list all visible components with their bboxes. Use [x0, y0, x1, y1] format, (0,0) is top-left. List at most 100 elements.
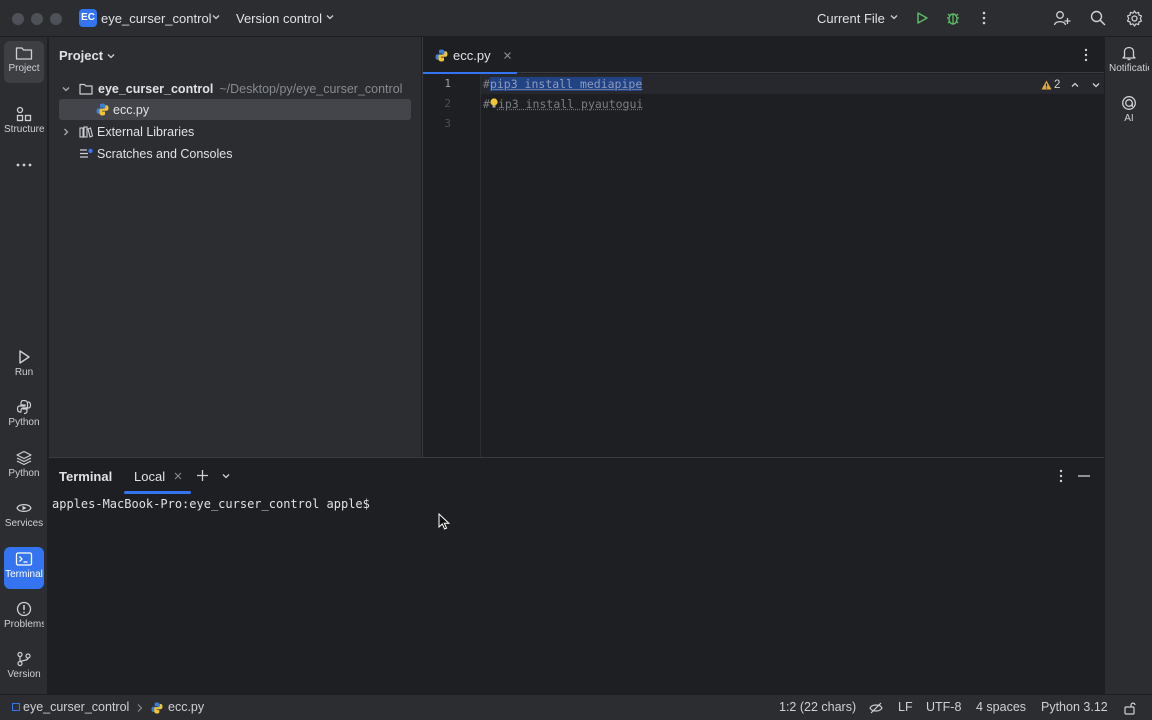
python-file-icon: [96, 103, 109, 116]
tool-label: Version: [7, 669, 41, 680]
terminal-panel: Terminal Local apples-MacBook-Pro:eye_cu…: [49, 457, 1104, 694]
breadcrumb-file[interactable]: ecc.py: [168, 700, 204, 714]
tool-label: Python: [8, 417, 40, 428]
tree-item-root[interactable]: eye_curser_control ~/Desktop/py/eye_curs…: [59, 78, 411, 99]
tool-label: Notifications: [1109, 63, 1149, 74]
more-vertical-icon[interactable]: [1059, 469, 1063, 483]
lightbulb-icon[interactable]: [490, 98, 498, 108]
panel-title[interactable]: Project: [59, 48, 103, 63]
tool-services[interactable]: Services: [4, 496, 44, 538]
project-switcher[interactable]: eye_curser_control: [101, 11, 212, 26]
indent-setting[interactable]: 4 spaces: [976, 700, 1026, 714]
lock-icon[interactable]: [1123, 701, 1137, 715]
vcs-menu[interactable]: Version control: [236, 11, 322, 26]
tree-item-external-libraries[interactable]: External Libraries: [59, 121, 411, 142]
file-encoding[interactable]: UTF-8: [926, 700, 961, 714]
folder-icon: [15, 47, 33, 60]
tree-file-name: ecc.py: [113, 102, 150, 117]
tool-label: Services: [4, 518, 44, 529]
tool-terminal[interactable]: Terminal: [4, 547, 44, 589]
window-minimize-button[interactable]: [31, 13, 43, 25]
chevron-down-icon[interactable]: [61, 84, 77, 94]
no-highlighting-icon[interactable]: [869, 701, 883, 715]
tool-problems[interactable]: Problems: [4, 597, 44, 639]
chevron-down-icon: [889, 12, 899, 22]
run-icon: [19, 350, 30, 364]
close-icon[interactable]: [174, 472, 182, 480]
line-number: 2: [444, 97, 451, 110]
chevron-down-icon: [325, 12, 335, 22]
python-interpreter[interactable]: Python 3.12: [1041, 700, 1108, 714]
debug-icon[interactable]: [943, 8, 963, 28]
gear-icon[interactable]: [1124, 8, 1144, 28]
chevron-down-icon[interactable]: [221, 471, 231, 481]
problems-icon: [16, 601, 32, 617]
right-tool-strip: Notifications AI: [1104, 37, 1152, 694]
comment-hash: #: [483, 97, 490, 111]
tool-project[interactable]: Project: [4, 41, 44, 83]
line-number-gutter: 1 2 3: [423, 74, 481, 457]
ai-assistant-icon: [1122, 96, 1136, 110]
editor-area: ecc.py 1 2 3 #pip3 install mediapipe # ip…: [422, 37, 1105, 457]
code-line-1[interactable]: #pip3 install mediapipe: [483, 74, 643, 94]
caret-position[interactable]: 1:2 (22 chars): [779, 700, 856, 714]
python-console-icon: [16, 399, 32, 415]
chevron-down-icon[interactable]: [106, 51, 116, 61]
chevron-right-icon: [136, 703, 144, 713]
tool-more[interactable]: [4, 153, 44, 195]
run-config-selector[interactable]: Current File: [817, 11, 885, 26]
selected-text: pip3 install mediapipe: [489, 77, 643, 91]
plus-icon[interactable]: [196, 469, 209, 482]
line-separator[interactable]: LF: [898, 700, 913, 714]
more-vertical-icon[interactable]: [974, 8, 994, 28]
tool-ai-assistant[interactable]: AI: [1109, 91, 1149, 133]
python-file-icon: [151, 702, 163, 714]
more-vertical-icon[interactable]: [1084, 48, 1088, 62]
code-line-2[interactable]: # ip3 install pyautogui: [483, 94, 643, 114]
tree-external-libraries-label: External Libraries: [97, 124, 195, 139]
terminal-header: Terminal Local: [49, 458, 1104, 494]
tree-root-path: ~/Desktop/py/eye_curser_control: [219, 81, 403, 96]
window-close-button[interactable]: [12, 13, 24, 25]
tool-run[interactable]: Run: [4, 345, 44, 387]
tree-item-scratches[interactable]: Scratches and Consoles: [59, 143, 411, 164]
minimize-icon[interactable]: [1078, 475, 1090, 477]
tree-root-name: eye_curser_control: [98, 81, 214, 96]
tool-label: AI: [1124, 113, 1134, 124]
chevron-up-icon[interactable]: [1070, 80, 1080, 90]
breadcrumb-project[interactable]: eye_curser_control: [23, 700, 129, 714]
tool-label: Terminal: [5, 569, 43, 580]
line-number: 3: [444, 117, 451, 130]
terminal-title: Terminal: [59, 469, 113, 484]
chevron-right-icon[interactable]: [61, 127, 77, 137]
mouse-cursor-icon: [438, 513, 450, 530]
warning-icon: [1041, 80, 1052, 90]
terminal-tab-local[interactable]: Local: [134, 469, 165, 484]
tree-item-file[interactable]: ecc.py: [59, 99, 411, 120]
scratches-icon: [79, 148, 93, 160]
close-icon[interactable]: [503, 51, 512, 60]
tool-version-control[interactable]: Version: [4, 647, 44, 689]
run-icon[interactable]: [912, 8, 932, 28]
tool-notifications[interactable]: Notifications: [1109, 41, 1149, 83]
tool-python-packages[interactable]: Python: [4, 446, 44, 488]
chevron-down-icon[interactable]: [1091, 80, 1101, 90]
library-icon: [79, 125, 93, 138]
search-icon[interactable]: [1088, 8, 1108, 28]
inspection-widget[interactable]: 2: [1041, 79, 1101, 91]
python-packages-icon: [16, 450, 32, 466]
project-badge[interactable]: EC: [79, 9, 97, 27]
terminal-icon: [15, 552, 33, 566]
title-bar: EC eye_curser_control Version control Cu…: [0, 0, 1152, 37]
tool-structure[interactable]: Structure: [4, 102, 44, 144]
editor-tab[interactable]: ecc.py: [423, 37, 517, 74]
tool-python-console[interactable]: Python: [4, 395, 44, 437]
comment-hash: #: [483, 77, 490, 91]
bell-icon: [1122, 46, 1136, 61]
add-user-icon[interactable]: [1052, 8, 1072, 28]
chevron-down-icon: [211, 12, 221, 22]
window-zoom-button[interactable]: [50, 13, 62, 25]
active-tab-indicator: [124, 491, 191, 494]
folder-icon: [79, 83, 93, 95]
terminal-prompt[interactable]: apples-MacBook-Pro:eye_curser_control ap…: [52, 497, 370, 511]
